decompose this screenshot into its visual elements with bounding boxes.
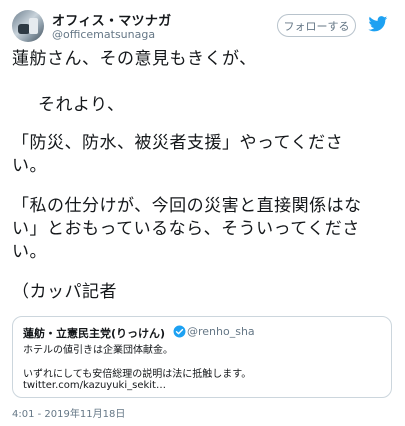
verified-badge-icon [173,325,186,338]
tweet-text-line: 「防災、防水、被災者支援」やってくださ [12,133,344,153]
tweet-timestamp[interactable]: 4:01 - 2019年11月18日 [12,405,125,420]
author-display-name[interactable]: オフィス・マツナガ [52,10,171,29]
quoted-text-line: いずれにしても安倍総理の説明は法に抵触します。 [23,369,252,380]
quoted-text-line: ホテルの値引きは企業団体献金。 [23,345,173,356]
author-handle[interactable]: @officematsunaga [52,28,155,41]
tweet-text-line: 蓮舫さん、その意見もきくが、 [12,49,257,69]
tweet-text-line: 「私の仕分けが、今回の災害と直接関係はな [12,196,362,216]
tweet-text-line: （カッパ記者 [12,282,117,302]
avatar[interactable] [12,10,44,42]
tweet-text-line: い。 [12,242,47,262]
twitter-bird-icon[interactable] [368,16,388,32]
tweet-text-line: それより、 [38,95,125,115]
quoted-tweet-card[interactable]: 蓮舫・立憲民主党(りっけん) @renho_sha ホテルの値引きは企業団体献金… [12,316,392,398]
quoted-author-handle: @renho_sha [187,325,255,338]
tweet-card: オフィス・マツナガ @officematsunaga フォローする 蓮舫さん、そ… [0,0,405,426]
tweet-text-line: い。 [12,156,47,176]
tweet-text-line: い」とおもっているなら、そういってくださ [12,219,360,239]
avatar-shape [29,18,38,34]
follow-button[interactable]: フォローする [277,14,356,37]
quoted-link[interactable]: twitter.com/kazuyuki_sekit… [23,380,166,391]
quoted-author-name: 蓮舫・立憲民主党(りっけん) [23,327,166,340]
